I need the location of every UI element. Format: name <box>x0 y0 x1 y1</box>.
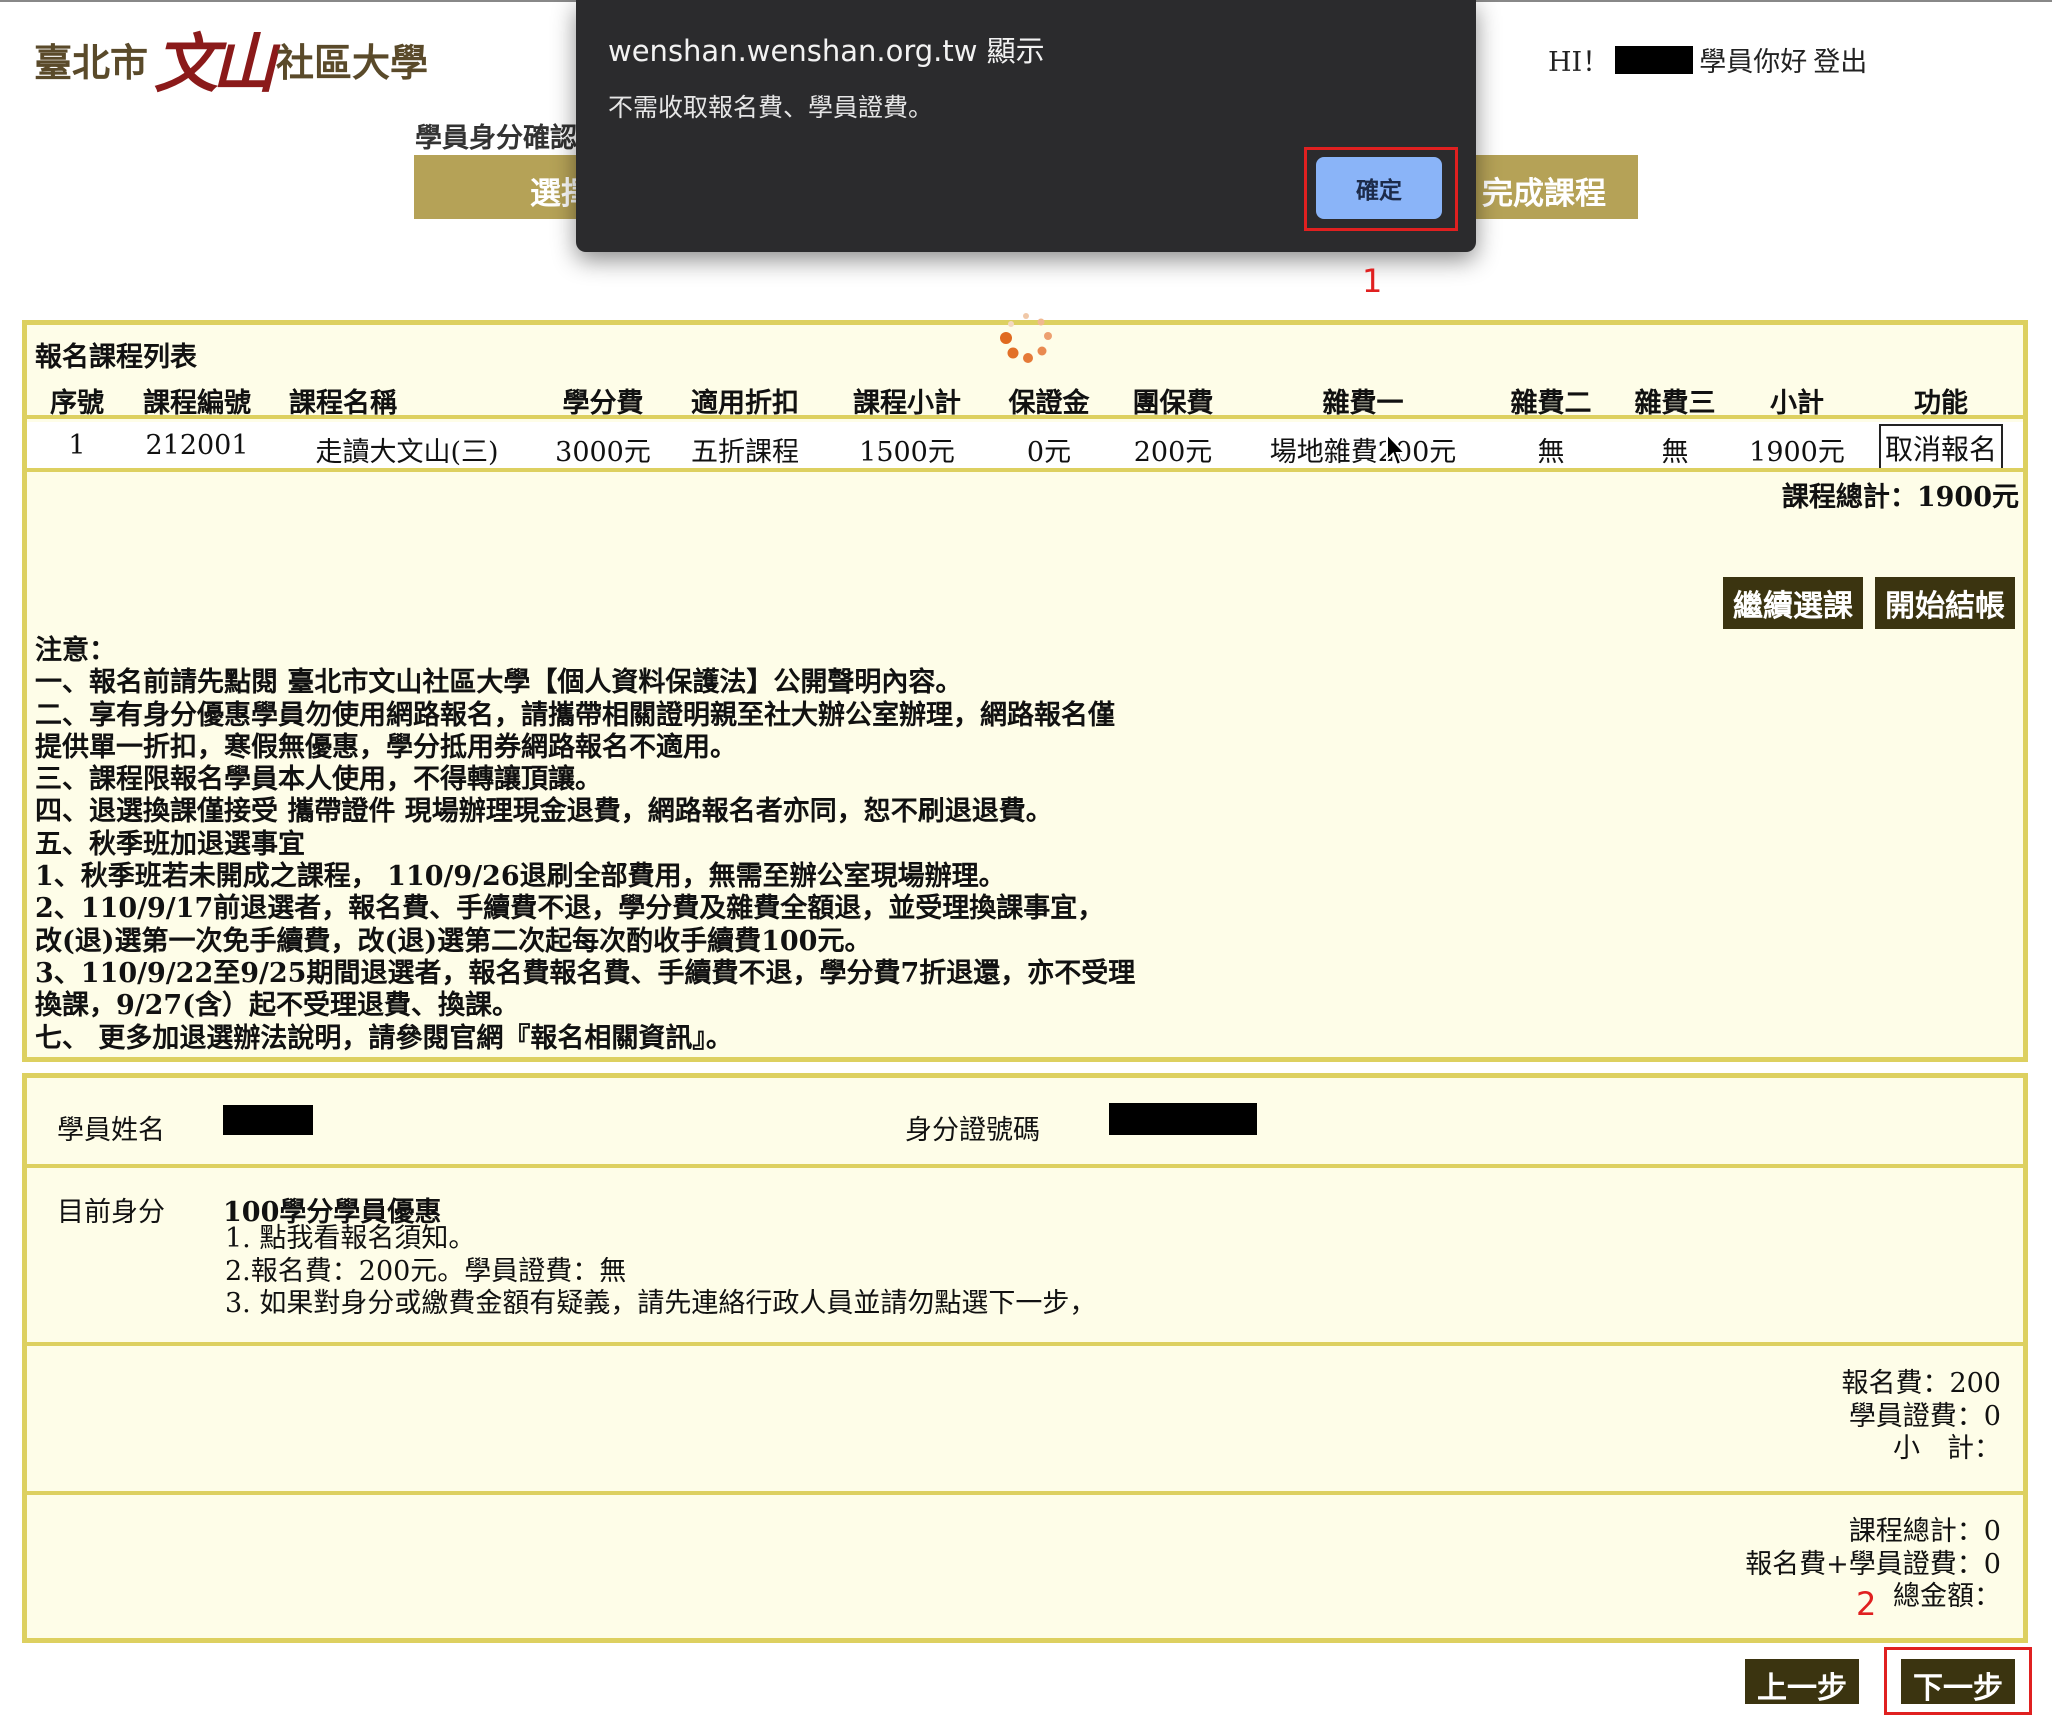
cell-no: 1 <box>68 430 86 461</box>
notice-text: 注意： 一、報名前請先點閱 臺北市文山社區大學【個人資料保護法】公開聲明內容。 … <box>35 635 1135 1055</box>
logo-brand-text: 文山 <box>154 27 276 102</box>
notice-line: 二、享有身分優惠學員勿使用網路報名，請攜帶相關證明親至社大辦公室辦理，網路報名僅 <box>35 699 1115 731</box>
logo-school-text: 社區大學 <box>276 39 429 85</box>
course-list-panel: 報名課程列表 序號 課程編號 課程名稱 學分費 適用折扣 課程小計 保證金 團保… <box>22 320 2028 1062</box>
loading-spinner-icon <box>1000 313 1052 363</box>
dialog-title: wenshan.wenshan.org.tw 顯示 <box>608 34 1045 68</box>
notice-line: 1、秋季班若未開成之課程， 110/9/26退刷全部費用，無需至辦公室現場辦理。 <box>35 861 1006 893</box>
student-card-fee: 學員證費：0 <box>1848 1400 2001 1432</box>
notice-line: 四、退選換課僅接受 攜帶證件 現場辦理現金退費，網路報名者亦同，恕不刷退退費。 <box>35 796 1053 828</box>
greeting-suffix: 學員你好 <box>1699 47 1808 78</box>
cell-name: 走讀大文山(三) <box>315 437 499 468</box>
annotation-marker-2: 2 <box>1856 1585 1877 1623</box>
course-list-title: 報名課程列表 <box>35 342 197 373</box>
summary-reg-plus-card: 報名費+學員證費：0 <box>1745 1548 2001 1580</box>
course-action-buttons: 繼續選課 開始結帳 <box>1723 577 2015 629</box>
mouse-cursor-icon <box>1386 432 1408 467</box>
cell-code: 212001 <box>145 430 249 461</box>
identity-line: 3. 如果對身分或繳費金額有疑義，請先連絡行政人員並請勿點選下一步， <box>225 1288 1097 1319</box>
cell-course-subtotal: 1500元 <box>859 437 955 468</box>
section-divider <box>27 1491 2023 1495</box>
notice-line: 五、秋季班加退選事宜 <box>35 828 305 860</box>
identity-line[interactable]: 1. 點我看報名須知。 <box>225 1223 1096 1256</box>
identity-details: 1. 點我看報名須知。 2.報名費：200元。學員證費：無 3. 如果對身分或繳… <box>225 1223 1096 1321</box>
section-divider <box>27 1342 2023 1346</box>
cancel-registration-button[interactable]: 取消報名 <box>1878 424 2004 472</box>
fee-breakdown: 報名費：200 學員證費：0 小 計： <box>1841 1368 2001 1466</box>
notice-line: 注意： <box>35 635 116 666</box>
dialog-message: 不需收取報名費、學員證費。 <box>608 93 934 122</box>
user-greeting: HI！ 學員你好 登出 <box>1548 40 1867 79</box>
table-row: 1 212001 走讀大文山(三) 3000元 五折課程 1500元 0元 20… <box>27 422 2023 472</box>
cell-misc2: 無 <box>1537 437 1565 468</box>
id-number-label: 身分證號碼 <box>905 1115 1040 1146</box>
redacted-id-number <box>1109 1103 1257 1135</box>
start-checkout-button[interactable]: 開始結帳 <box>1875 577 2015 629</box>
logout-link[interactable]: 登出 <box>1813 40 1867 79</box>
student-name-label: 學員姓名 <box>57 1115 165 1146</box>
course-total: 課程總計：1900元 <box>1781 482 2019 513</box>
notice-line[interactable]: 一、報名前請先點閱 臺北市文山社區大學【個人資料保護法】公開聲明內容。 <box>35 667 1135 699</box>
notice-line: 換課，9/27(含）起不受理退費、換課。 <box>35 990 519 1022</box>
cell-insurance: 200元 <box>1133 437 1213 468</box>
cell-deposit: 0元 <box>1026 437 1072 468</box>
registration-fee: 報名費：200 <box>1841 1368 2001 1399</box>
cell-credit-fee: 3000元 <box>555 437 651 468</box>
annotation-marker-1: 1 <box>1362 262 1383 300</box>
cell-discount: 五折課程 <box>691 437 799 468</box>
notice-line: 提供單一折扣，寒假無優惠，學分抵用券網路報名不適用。 <box>35 731 737 763</box>
page-title: 學員身分確認 <box>415 123 577 154</box>
cell-subtotal: 1900元 <box>1749 437 1845 468</box>
section-divider <box>27 1164 2023 1168</box>
continue-selecting-button[interactable]: 繼續選課 <box>1723 577 1863 629</box>
previous-step-button[interactable]: 上一步 <box>1745 1659 1859 1706</box>
course-table-header: 序號 課程編號 課程名稱 學分費 適用折扣 課程小計 保證金 團保費 雜費一 雜… <box>27 377 2023 419</box>
notice-line[interactable]: 七、 更多加退選辦法說明，請參閱官網『報名相關資訊』。 <box>35 1023 1135 1055</box>
summary-course-total: 課程總計：0 <box>1848 1516 2001 1547</box>
highlight-box-ok <box>1304 147 1458 231</box>
highlight-box-next <box>1884 1647 2032 1715</box>
notice-line: 三、課程限報名學員本人使用，不得轉讓頂讓。 <box>35 764 602 796</box>
cell-misc1: 場地雜費200元 <box>1269 437 1457 468</box>
notice-line: 2、110/9/17前退選者，報名費、手續費不退，學分費及雜費全額退，並受理換課… <box>35 893 1105 925</box>
identity-line: 2.報名費：200元。學員證費：無 <box>225 1255 627 1287</box>
site-logo[interactable]: 臺北市 文山 社區大學 <box>34 14 428 104</box>
step-complete-course: 完成課程 <box>1482 176 1606 212</box>
table-divider <box>27 415 2023 419</box>
notice-line: 改(退)選第一次免手續費，改(退)選第二次起每次酌收手續費100元。 <box>35 925 872 957</box>
redacted-username <box>1615 45 1694 74</box>
cell-misc3: 無 <box>1661 437 1689 468</box>
fee-subtotal: 小 計： <box>1893 1433 2001 1464</box>
redacted-student-name <box>223 1105 313 1135</box>
notice-line: 3、110/9/22至9/25期間退選者，報名費報名費、手續費不退，學分費7折退… <box>35 957 1136 989</box>
identity-label: 目前身分 <box>57 1197 165 1228</box>
greeting-prefix: HI！ <box>1548 47 1610 78</box>
logo-city-text: 臺北市 <box>34 39 149 85</box>
student-info-panel: 學員姓名 身分證號碼 目前身分 100學分學員優惠 1. 點我看報名須知。 2.… <box>22 1073 2028 1643</box>
table-divider <box>27 468 2023 472</box>
